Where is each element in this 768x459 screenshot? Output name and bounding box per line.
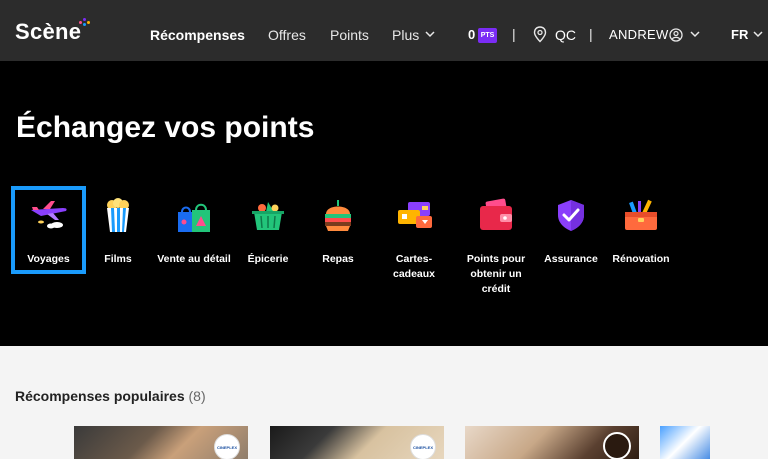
shopping-bags-icon bbox=[178, 203, 210, 232]
reward-card[interactable] bbox=[465, 426, 639, 459]
category-label: Voyages bbox=[27, 253, 70, 265]
burger-icon bbox=[325, 200, 351, 231]
cineplex-badge: CINEPLEX bbox=[410, 434, 436, 459]
top-navigation-bar: Scène Récompenses Offres Points Plus 0 P… bbox=[0, 0, 768, 61]
points-badge: PTS bbox=[478, 28, 497, 43]
popular-rewards-title: Récompenses populaires bbox=[15, 388, 185, 404]
user-menu[interactable]: ANDREW bbox=[609, 27, 669, 42]
popcorn-icon bbox=[107, 198, 129, 232]
nav-rewards[interactable]: Récompenses bbox=[150, 27, 245, 43]
header-separator: | bbox=[589, 26, 593, 42]
gift-cards-icon bbox=[398, 202, 432, 228]
category-label: Films bbox=[104, 253, 132, 265]
reward-card[interactable] bbox=[660, 426, 710, 459]
cineplex-badge-text: CINEPLEX bbox=[412, 445, 433, 450]
header-separator: | bbox=[512, 26, 516, 42]
category-label: Cartes-cadeaux bbox=[392, 253, 436, 280]
category-travel[interactable]: Voyages bbox=[11, 186, 86, 274]
popular-rewards-count: (8) bbox=[188, 388, 206, 404]
grocery-basket-icon bbox=[252, 202, 284, 230]
language-selector[interactable]: FR bbox=[731, 27, 748, 42]
page-title: Échangez vos points bbox=[16, 111, 315, 144]
restaurant-logo-icon bbox=[603, 432, 631, 459]
category-label: Repas bbox=[322, 253, 354, 265]
logo-dots-icon bbox=[79, 18, 91, 30]
chevron-down-icon[interactable] bbox=[425, 31, 435, 38]
location-pin-icon[interactable] bbox=[533, 26, 547, 43]
cineplex-badge: CINEPLEX bbox=[214, 434, 240, 459]
shield-check-icon bbox=[558, 200, 584, 231]
scene-logo[interactable]: Scène bbox=[15, 19, 81, 45]
wallet-icon bbox=[480, 198, 512, 230]
category-label: Rénovation bbox=[612, 253, 670, 265]
user-avatar-icon[interactable] bbox=[669, 28, 683, 42]
toolbox-icon bbox=[625, 199, 657, 230]
airplane-icon bbox=[30, 201, 67, 229]
category-label: Vente au détail bbox=[157, 253, 231, 265]
section-title: Récompenses populaires (8) bbox=[15, 388, 206, 404]
points-balance: 0 bbox=[468, 27, 476, 42]
province-selector[interactable]: QC bbox=[555, 27, 576, 43]
reward-card[interactable]: CINEPLEX bbox=[270, 426, 444, 459]
reward-card[interactable]: CINEPLEX bbox=[74, 426, 248, 459]
chevron-down-icon[interactable] bbox=[690, 31, 700, 38]
nav-offers[interactable]: Offres bbox=[268, 27, 306, 43]
category-label: Points pour obtenir un crédit bbox=[466, 253, 526, 295]
popular-rewards-section: Récompenses populaires (8) CINEPLEX CINE… bbox=[0, 346, 768, 459]
category-label: Assurance bbox=[544, 253, 598, 265]
nav-more[interactable]: Plus bbox=[392, 27, 419, 43]
chevron-down-icon[interactable] bbox=[753, 31, 763, 38]
category-label: Épicerie bbox=[247, 253, 289, 265]
nav-points[interactable]: Points bbox=[330, 27, 369, 43]
cineplex-badge-text: CINEPLEX bbox=[216, 445, 237, 450]
